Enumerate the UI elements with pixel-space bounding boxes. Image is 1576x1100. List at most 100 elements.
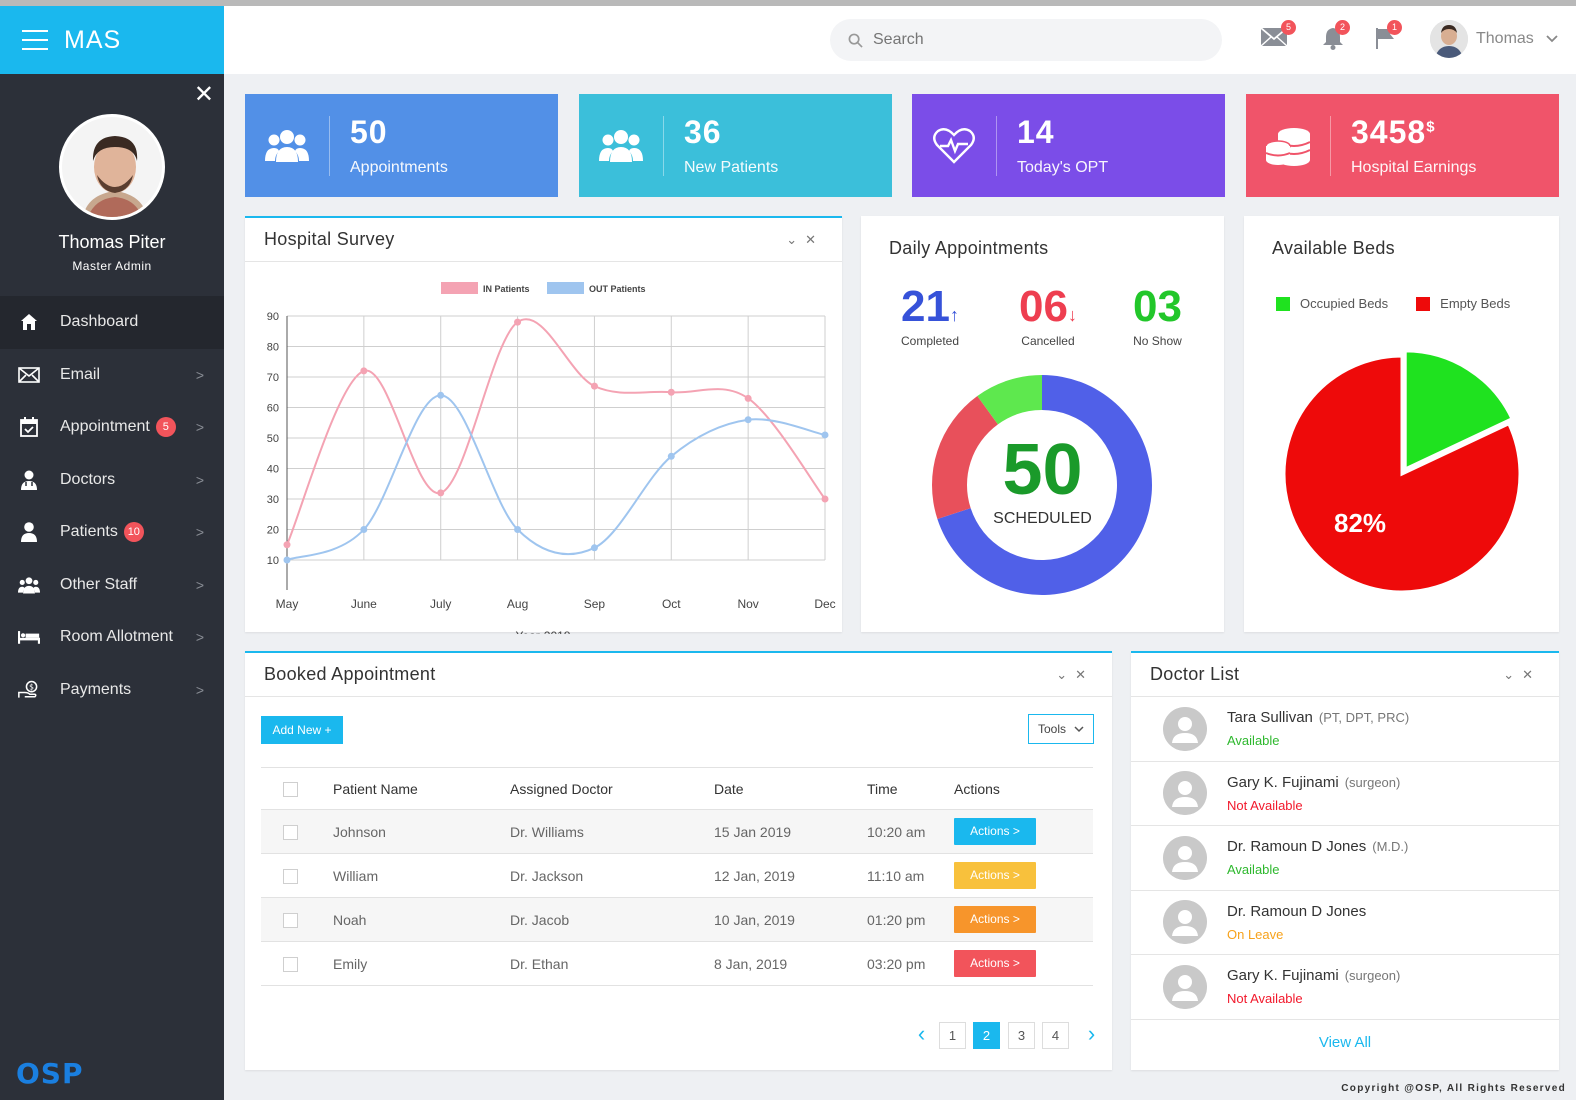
heart-pulse-icon xyxy=(912,127,996,165)
profile-avatar[interactable] xyxy=(59,114,165,220)
page-button[interactable]: 2 xyxy=(973,1022,1000,1049)
actions-cell: Actions > xyxy=(954,853,1093,898)
page-button[interactable]: 3 xyxy=(1008,1022,1035,1049)
table-row[interactable]: Johnson Dr. Williams 15 Jan 2019 10:20 am Ac… xyxy=(261,809,1093,854)
row-checkbox[interactable] xyxy=(283,868,298,884)
close-icon[interactable]: ✕ xyxy=(805,232,824,247)
user-avatar xyxy=(1430,20,1468,58)
card-header: Doctor List ⌄✕ xyxy=(1131,653,1559,697)
close-icon[interactable]: ✕ xyxy=(1075,667,1094,682)
search-input[interactable] xyxy=(873,31,1173,49)
sidebar-nav: Dashboard Email > Appointment 5 > Doctors > Pati… xyxy=(0,296,224,716)
chart-grid: 10 20 30 40 50 60 70 80 90 May June July Aug Sep Oct No… xyxy=(267,311,836,634)
search-box[interactable] xyxy=(830,19,1222,61)
add-new-button[interactable]: Add New + xyxy=(261,716,343,744)
time-cell: 10:20 am xyxy=(867,809,954,854)
beds-pie-chart xyxy=(1282,349,1522,594)
home-icon xyxy=(18,311,40,333)
doctor-list-item[interactable]: Dr. Ramoun D Jones On Leave xyxy=(1131,891,1559,955)
tools-dropdown[interactable]: Tools xyxy=(1028,714,1094,744)
time-cell: 11:10 am xyxy=(867,853,954,898)
close-icon[interactable]: ✕ xyxy=(1522,667,1541,682)
x-tick-label: Sep xyxy=(584,597,606,611)
stat-card-appointments[interactable]: 50 Appointments xyxy=(245,94,558,197)
actions-button[interactable]: Actions > xyxy=(954,906,1036,933)
sidebar-item-dashboard[interactable]: Dashboard xyxy=(0,296,224,349)
stat-label: New Patients xyxy=(684,159,779,176)
stat-card-new-patients[interactable]: 36 New Patients xyxy=(579,94,892,197)
doctor-cell: Dr. Jacob xyxy=(510,897,714,942)
sidebar-item-doctors[interactable]: Doctors > xyxy=(0,454,224,507)
stat-card-hospital-earnings[interactable]: 3458$ Hospital Earnings xyxy=(1246,94,1559,197)
doctor-cell: Dr. Jackson xyxy=(510,853,714,898)
row-checkbox[interactable] xyxy=(283,912,298,928)
calendar-icon xyxy=(18,416,40,438)
table-row[interactable]: William Dr. Jackson 12 Jan, 2019 11:10 am Ac… xyxy=(261,853,1093,898)
footer-copyright: Copyright @OSP, All Rights Reserved xyxy=(1341,1083,1566,1094)
table-row[interactable]: Noah Dr. Jacob 10 Jan, 2019 01:20 pm Actions… xyxy=(261,897,1093,942)
row-checkbox[interactable] xyxy=(283,824,298,840)
doctor-list-item[interactable]: Gary K. Fujinami (surgeon) Not Available xyxy=(1131,762,1559,826)
collapse-icon[interactable]: ⌄ xyxy=(1056,667,1075,682)
col-assigned-doctor: Assigned Doctor xyxy=(510,767,714,810)
user-icon xyxy=(18,521,40,543)
next-page-button[interactable]: › xyxy=(1078,1022,1105,1049)
doctor-list-item[interactable]: Tara Sullivan (PT, DPT, PRC) Available xyxy=(1131,697,1559,762)
row-select-cell xyxy=(261,941,333,986)
collapse-icon[interactable]: ⌄ xyxy=(1503,667,1522,682)
page-button[interactable]: 4 xyxy=(1042,1022,1069,1049)
sidebar-item-appointment[interactable]: Appointment 5 > xyxy=(0,401,224,454)
actions-button[interactable]: Actions > xyxy=(954,862,1036,889)
patient-name-cell: Johnson xyxy=(333,809,510,854)
sidebar-item-room-allotment[interactable]: Room Allotment > xyxy=(0,611,224,664)
time-cell: 03:20 pm xyxy=(867,941,954,986)
currency-symbol: $ xyxy=(1426,118,1436,136)
x-tick-label: July xyxy=(430,597,451,611)
doctor-credentials: (M.D.) xyxy=(1372,839,1409,855)
envelope-icon xyxy=(18,364,40,386)
user-menu[interactable]: Thomas xyxy=(1430,20,1558,58)
prev-page-button[interactable]: ‹ xyxy=(908,1022,935,1049)
legend-label: OUT Patients xyxy=(589,284,646,294)
close-sidebar-icon[interactable]: ✕ xyxy=(194,80,214,109)
select-all-checkbox[interactable] xyxy=(283,781,298,797)
booked-appointment-card: Booked Appointment ⌄✕ Add New + Tools Pa… xyxy=(245,651,1112,1070)
donut-center: 50 SCHEDULED xyxy=(861,434,1224,528)
topbar: 5 2 1 Thomas xyxy=(224,6,1576,74)
date-cell: 8 Jan, 2019 xyxy=(714,941,867,986)
footer-logo: OSP xyxy=(16,1057,84,1090)
table-row[interactable]: Emily Dr. Ethan 8 Jan, 2019 03:20 pm Actions… xyxy=(261,941,1093,986)
actions-button[interactable]: Actions > xyxy=(954,950,1036,977)
doctor-list-item[interactable]: Dr. Ramoun D Jones (M.D.) Available xyxy=(1131,826,1559,891)
doctor-name: Tara Sullivan xyxy=(1227,709,1313,727)
notifications-button[interactable]: 2 xyxy=(1322,20,1352,52)
sidebar-item-email[interactable]: Email > xyxy=(0,349,224,402)
data-point xyxy=(590,544,598,552)
menu-toggle-icon[interactable] xyxy=(22,30,48,50)
actions-button[interactable]: Actions > xyxy=(954,818,1036,845)
patient-name-cell: William xyxy=(333,853,510,898)
doctor-list-item[interactable]: Gary K. Fujinami (surgeon) Not Available xyxy=(1131,955,1559,1020)
flag-button[interactable]: 1 xyxy=(1374,20,1404,52)
view-all-link[interactable]: View All xyxy=(1131,1034,1559,1051)
page-button[interactable]: 1 xyxy=(939,1022,966,1049)
daily-appointments-card: Daily Appointments 21↑ Completed 06↓ Can… xyxy=(861,216,1224,632)
row-select-cell xyxy=(261,853,333,898)
chevron-right-icon: > xyxy=(195,681,204,698)
data-point xyxy=(667,388,675,396)
select-all-cell xyxy=(261,767,333,810)
sidebar-item-payments[interactable]: $ Payments > xyxy=(0,664,224,717)
stat-card-todays-opt[interactable]: 14 Today's OPT xyxy=(912,94,1225,197)
sidebar-item-other-staff[interactable]: Other Staff > xyxy=(0,559,224,612)
row-checkbox[interactable] xyxy=(283,956,298,972)
sidebar-item-patients[interactable]: Patients 10 > xyxy=(0,506,224,559)
series-line xyxy=(286,318,826,546)
collapse-icon[interactable]: ⌄ xyxy=(786,232,805,247)
data-point xyxy=(437,489,445,497)
mail-button[interactable]: 5 xyxy=(1260,20,1296,52)
doctor-status: Not Available xyxy=(1227,797,1303,813)
users-icon xyxy=(579,128,663,164)
brand-bar: MAS xyxy=(0,6,224,74)
x-tick-label: Dec xyxy=(814,597,835,611)
available-beds-card: Available Beds Occupied Beds Empty Beds … xyxy=(1244,216,1559,632)
